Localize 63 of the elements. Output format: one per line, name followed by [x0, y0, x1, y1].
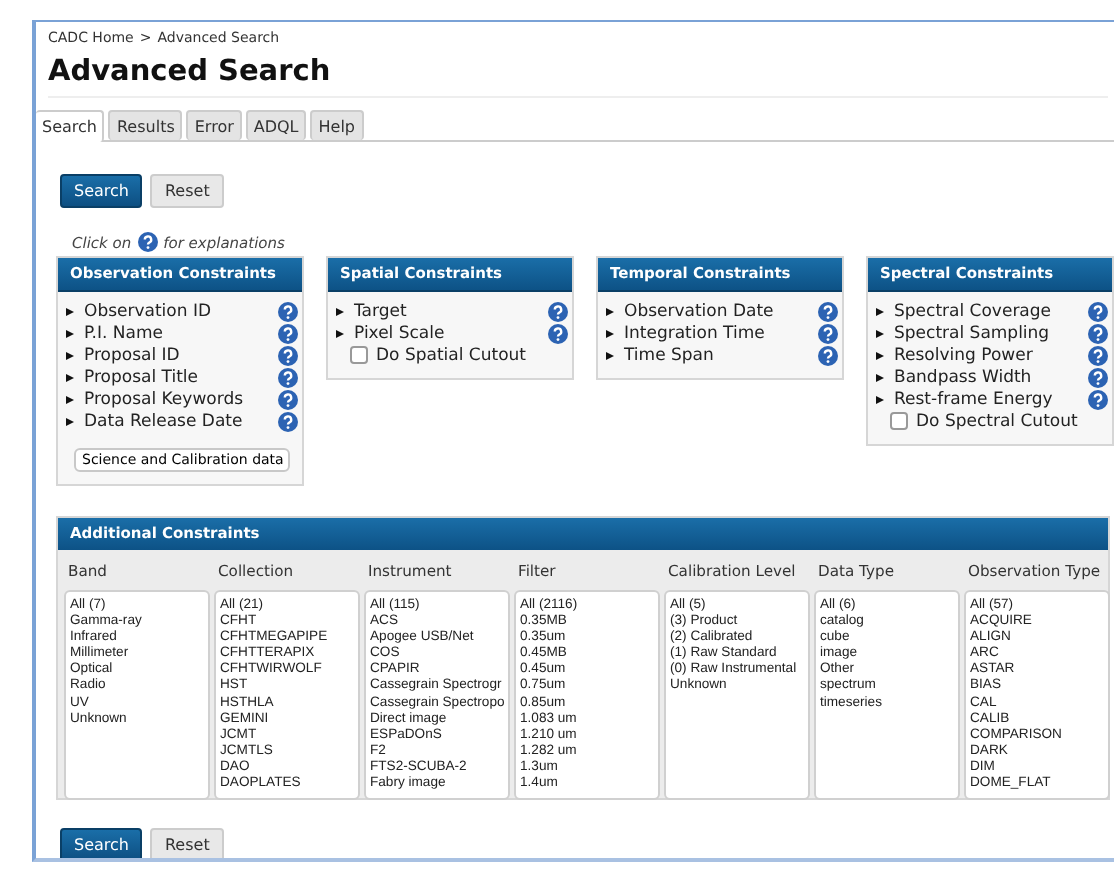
help-icon[interactable]	[137, 232, 158, 252]
help-icon[interactable]	[278, 301, 298, 321]
checkbox[interactable]	[890, 412, 908, 430]
help-icon[interactable]	[1088, 367, 1108, 387]
checkbox-label: Do Spectral Cutout	[916, 411, 1078, 431]
tab[interactable]: Error	[186, 110, 242, 140]
expand-triangle-icon[interactable]	[66, 395, 74, 403]
constraint-link[interactable]: Time Span	[624, 345, 818, 365]
expand-triangle-icon[interactable]	[876, 395, 884, 403]
constraint-link[interactable]: Observation Date	[624, 301, 818, 321]
expand-triangle-icon[interactable]	[336, 329, 344, 337]
constraint-link[interactable]: P.I. Name	[84, 323, 278, 343]
reset-button[interactable]: Reset	[150, 828, 224, 858]
expand-triangle-icon[interactable]	[66, 307, 74, 315]
page-title: Advanced Search	[48, 56, 1108, 98]
help-icon[interactable]	[818, 323, 838, 343]
help-icon[interactable]	[1088, 301, 1108, 321]
help-icon[interactable]	[1088, 389, 1108, 409]
reset-button[interactable]: Reset	[150, 174, 224, 208]
help-icon[interactable]	[278, 345, 298, 365]
help-icon[interactable]	[1088, 345, 1108, 365]
constraint-link[interactable]: Proposal Keywords	[84, 389, 278, 409]
help-icon[interactable]	[1088, 323, 1108, 343]
help-icon[interactable]	[818, 345, 838, 365]
tab[interactable]: ADQL	[245, 110, 307, 140]
search-button[interactable]: Search	[60, 828, 143, 858]
checkbox-label: Do Spatial Cutout	[376, 345, 526, 365]
expand-triangle-icon[interactable]	[606, 307, 614, 315]
help-icon[interactable]	[818, 301, 838, 321]
expand-triangle-icon[interactable]	[606, 351, 614, 359]
expand-triangle-icon[interactable]	[876, 373, 884, 381]
help-icon[interactable]	[278, 411, 298, 431]
help-icon[interactable]	[278, 389, 298, 409]
help-icon[interactable]	[548, 323, 568, 343]
tab[interactable]: Results	[108, 110, 183, 140]
expand-triangle-icon[interactable]	[66, 373, 74, 381]
constraint-link[interactable]: Pixel Scale	[354, 323, 548, 343]
constraint-link[interactable]: Bandpass Width	[894, 367, 1088, 387]
expand-triangle-icon[interactable]	[606, 329, 614, 337]
constraint-link[interactable]: Proposal ID	[84, 345, 278, 365]
help-icon[interactable]	[278, 367, 298, 387]
expand-triangle-icon[interactable]	[66, 351, 74, 359]
expand-triangle-icon[interactable]	[336, 307, 344, 315]
constraint-link[interactable]: Spectral Coverage	[894, 301, 1088, 321]
constraint-link[interactable]: Target	[354, 301, 548, 321]
constraint-link[interactable]: Observation ID	[84, 301, 278, 321]
constraint-link[interactable]: Spectral Sampling	[894, 323, 1088, 343]
help-icon[interactable]	[278, 323, 298, 343]
constraint-link[interactable]: Resolving Power	[894, 345, 1088, 365]
constraint-link[interactable]: Data Release Date	[84, 411, 278, 431]
expand-triangle-icon[interactable]	[876, 329, 884, 337]
tab[interactable]: Help	[310, 110, 364, 140]
expand-triangle-icon[interactable]	[66, 417, 74, 425]
expand-triangle-icon[interactable]	[876, 307, 884, 315]
constraint-link[interactable]: Rest-frame Energy	[894, 389, 1088, 409]
tab[interactable]: Search	[36, 110, 105, 142]
search-button[interactable]: Search	[60, 174, 143, 208]
expand-triangle-icon[interactable]	[66, 329, 74, 337]
constraint-link[interactable]: Proposal Title	[84, 367, 278, 387]
checkbox[interactable]	[350, 346, 368, 364]
help-icon[interactable]	[548, 301, 568, 321]
expand-triangle-icon[interactable]	[876, 351, 884, 359]
constraint-link[interactable]: Integration Time	[624, 323, 818, 343]
